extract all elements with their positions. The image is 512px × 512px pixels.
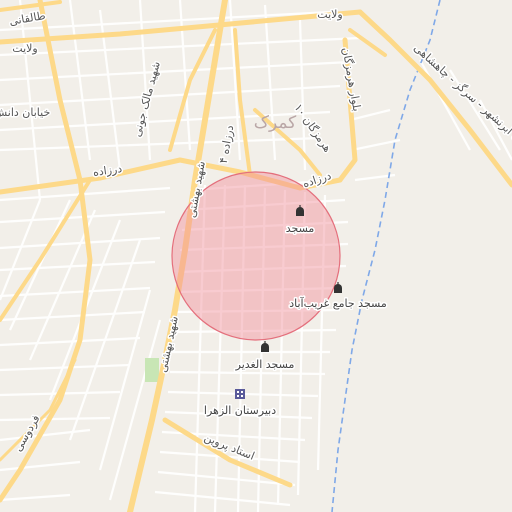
road-label-valiat-left: ولایت — [12, 42, 37, 55]
poi-label: مسجد الغدیر — [235, 358, 295, 371]
poi-label: دبیرستان الزهرا — [204, 404, 276, 417]
poi-label: مسجد — [286, 222, 315, 235]
map-view[interactable]: کمرک ولایت ولایت طالقانی خیابان دانش شهی… — [0, 0, 512, 512]
road-label-khiaban-left: خیابان دانش — [0, 106, 50, 119]
road-label-valiat-top: ولایت — [317, 8, 342, 21]
district-label: کمرک — [254, 113, 297, 133]
poi-label: مسجد جامع غریب‌آباد — [289, 296, 387, 310]
map-canvas[interactable]: کمرک ولایت ولایت طالقانی خیابان دانش شهی… — [0, 0, 512, 512]
school-icon — [235, 389, 245, 399]
